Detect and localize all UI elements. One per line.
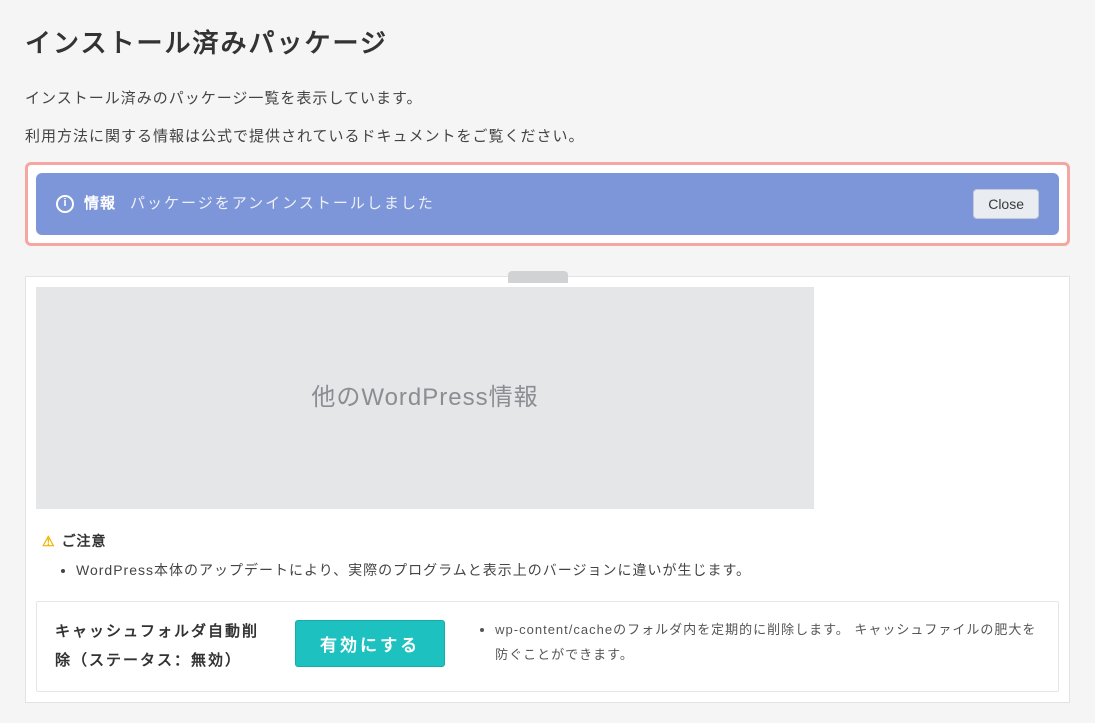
cache-setting-description: wp-content/cacheのフォルダ内を定期的に削除します。 キャッシュフ… xyxy=(475,618,1040,667)
page-container: インストール済みパッケージ インストール済みのパッケージ一覧を表示しています。 … xyxy=(0,0,1095,723)
caution-list: WordPress本体のアップデートにより、実際のプログラムと表示上のバージョン… xyxy=(76,558,1059,583)
caution-heading: ⚠ ご注意 xyxy=(42,529,1059,554)
panel-tab-nub xyxy=(508,271,568,283)
desc-line-2: 利用方法に関する情報は公式で提供されているドキュメントをご覧ください。 xyxy=(25,123,1070,152)
placeholder-text: 他のWordPress情報 xyxy=(311,376,538,419)
content-panel: 他のWordPress情報 ⚠ ご注意 WordPress本体のアップデートによ… xyxy=(25,276,1070,703)
wordpress-info-placeholder: 他のWordPress情報 xyxy=(36,287,814,509)
info-icon: i xyxy=(56,195,74,213)
desc-line-1: インストール済みのパッケージ一覧を表示しています。 xyxy=(25,85,1070,114)
cache-setting-row: キャッシュフォルダ自動削除（ステータス：無効） 有効にする wp-content… xyxy=(36,601,1059,692)
alert-label: 情報 xyxy=(84,190,116,217)
caution-item: WordPress本体のアップデートにより、実際のプログラムと表示上のバージョン… xyxy=(76,558,1059,583)
page-description: インストール済みのパッケージ一覧を表示しています。 利用方法に関する情報は公式で… xyxy=(25,85,1070,152)
alert-message: パッケージをアンインストールしました xyxy=(130,190,973,217)
warning-icon: ⚠ xyxy=(42,529,56,554)
enable-button[interactable]: 有効にする xyxy=(295,620,445,667)
caution-heading-text: ご注意 xyxy=(62,529,107,554)
close-button[interactable]: Close xyxy=(973,189,1039,219)
cache-setting-label: キャッシュフォルダ自動削除（ステータス：無効） xyxy=(55,618,265,675)
page-title: インストール済みパッケージ xyxy=(25,20,1070,67)
alert-highlight-frame: i 情報 パッケージをアンインストールしました Close xyxy=(25,162,1070,246)
cache-desc-item: wp-content/cacheのフォルダ内を定期的に削除します。 キャッシュフ… xyxy=(495,618,1040,667)
info-alert: i 情報 パッケージをアンインストールしました Close xyxy=(36,173,1059,235)
